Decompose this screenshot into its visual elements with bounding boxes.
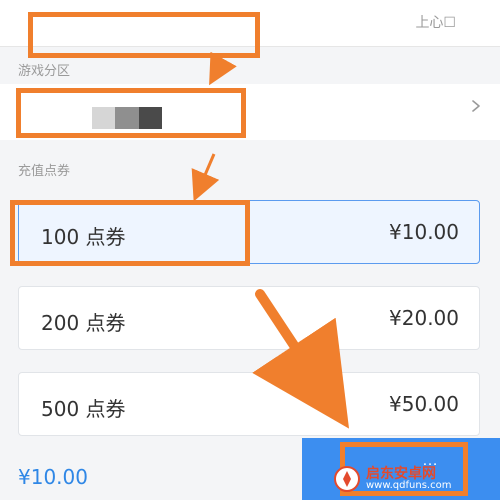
top-right-text[interactable]: 上心☐ [415, 12, 456, 32]
option-label: 500 点券 [41, 397, 126, 421]
annotation-box-server [16, 88, 246, 138]
option-price: ¥10.00 [389, 220, 459, 244]
option-price: ¥50.00 [389, 392, 459, 416]
topup-option-200[interactable]: 200 点券 ¥20.00 [18, 286, 480, 350]
arrow-annotation [209, 51, 237, 86]
topup-section-label: 充值点券 [18, 164, 71, 179]
server-section-label: 游戏分区 [18, 64, 71, 79]
total-price: ¥10.00 [18, 465, 88, 489]
option-price: ¥20.00 [389, 306, 459, 330]
watermark-url: www.qdfuns.com [366, 480, 452, 491]
watermark: 启东安卓网 www.qdfuns.com [334, 462, 494, 496]
watermark-logo-icon [334, 466, 360, 492]
topup-option-500[interactable]: 500 点券 ¥50.00 [18, 372, 480, 436]
option-label: 200 点券 [41, 311, 126, 335]
annotation-box-top [28, 12, 260, 58]
chevron-right-icon [472, 100, 480, 112]
annotation-box-option [10, 200, 250, 266]
arrow-annotation [191, 153, 220, 202]
